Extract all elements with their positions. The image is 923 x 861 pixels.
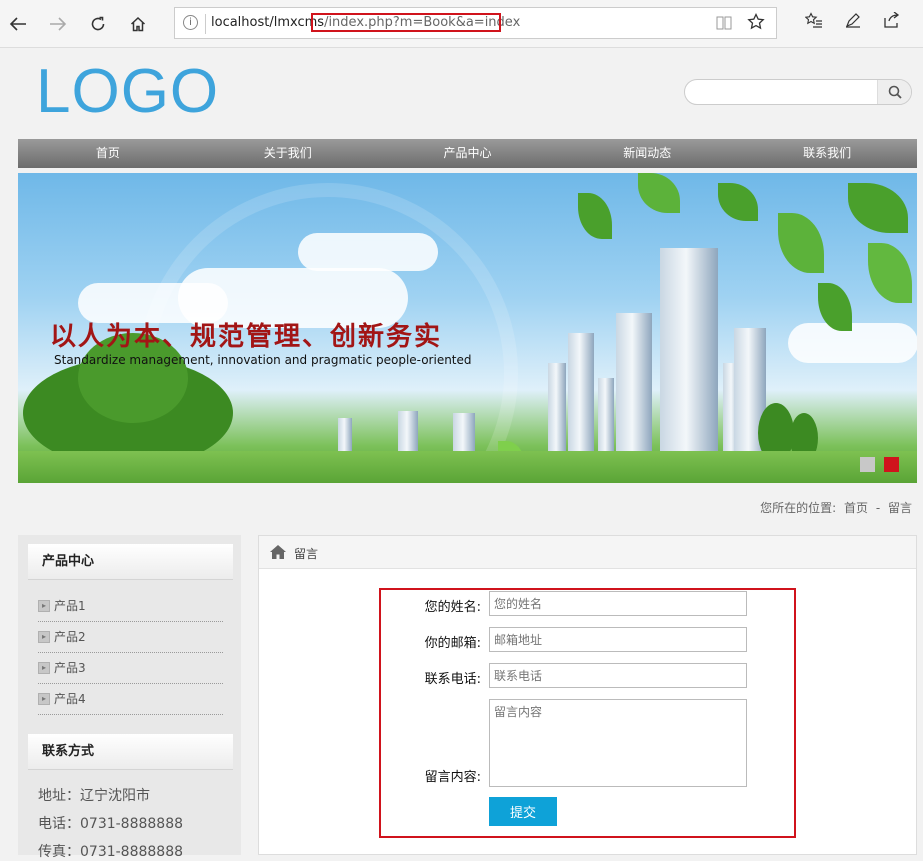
banner-cloud <box>298 233 438 271</box>
url-highlight-box <box>311 13 501 32</box>
chevron-right-icon: ▸ <box>38 631 50 643</box>
main-nav: 首页 关于我们 产品中心 新闻动态 联系我们 <box>18 139 917 168</box>
sidebar: 产品中心 ▸ 产品1 ▸ 产品2 ▸ 产品3 ▸ 产品4 联系方式 地址：辽宁沈阳市 电… <box>18 535 241 860</box>
chevron-right-icon: ▸ <box>38 662 50 674</box>
chevron-right-icon: ▸ <box>38 600 50 612</box>
banner-building <box>598 378 614 453</box>
breadcrumb: 您所在的位置: 首页 - 留言 <box>756 499 912 516</box>
sidebar-item-product4[interactable]: ▸ 产品4 <box>38 684 223 715</box>
sidebar-item-product2[interactable]: ▸ 产品2 <box>38 622 223 653</box>
email-label: 你的邮箱: <box>424 636 481 651</box>
content-panel: 留言 您的姓名: 你的邮箱: 联系电话: 留言内容: 提交 <box>258 535 917 855</box>
sidebar-item-label: 产品3 <box>54 661 86 675</box>
phone-field[interactable] <box>489 663 747 688</box>
banner-leaf <box>848 183 908 233</box>
banner-building <box>568 333 594 453</box>
banner-leaf <box>868 243 912 303</box>
banner-building <box>616 313 652 453</box>
home-icon[interactable] <box>124 10 152 38</box>
banner-leaf <box>778 213 824 273</box>
banner-building <box>398 411 418 453</box>
hero-banner: 以人为本、规范管理、创新务实 Standardize management, i… <box>18 173 917 483</box>
banner-leaf <box>638 173 680 213</box>
nav-item-news[interactable]: 新闻动态 <box>557 139 737 168</box>
message-form: 您的姓名: 你的邮箱: 联系电话: 留言内容: 提交 <box>379 588 796 838</box>
content-header: 留言 <box>259 536 916 569</box>
slider-dot-2-active[interactable] <box>884 457 899 472</box>
address-bar[interactable]: i localhost/lmxcms/index.php?m=Book&a=in… <box>174 7 777 39</box>
sidebar-item-label: 产品2 <box>54 630 86 644</box>
breadcrumb-home[interactable]: 首页 <box>844 501 868 515</box>
content-title: 留言 <box>294 547 319 561</box>
search-button[interactable] <box>877 80 911 104</box>
message-textarea[interactable] <box>489 699 747 787</box>
reading-view-icon[interactable] <box>715 16 733 32</box>
chevron-right-icon: ▸ <box>38 693 50 705</box>
sidebar-item-product3[interactable]: ▸ 产品3 <box>38 653 223 684</box>
banner-building <box>453 413 475 453</box>
nav-item-about[interactable]: 关于我们 <box>198 139 378 168</box>
site-info-icon[interactable]: i <box>183 15 198 30</box>
favorite-star-icon[interactable] <box>747 12 765 36</box>
breadcrumb-separator: - <box>875 501 881 515</box>
share-icon[interactable] <box>883 11 900 32</box>
browser-toolbar: i localhost/lmxcms/index.php?m=Book&a=in… <box>0 0 923 48</box>
favorites-hub-icon[interactable] <box>804 12 823 32</box>
nav-item-products[interactable]: 产品中心 <box>378 139 558 168</box>
address-divider <box>205 14 206 34</box>
url-host: localhost/lmxcms <box>211 15 325 30</box>
search-box <box>684 79 912 105</box>
contact-address: 地址：辽宁沈阳市 <box>38 788 150 804</box>
name-field[interactable] <box>489 591 747 616</box>
banner-building <box>338 418 352 453</box>
breadcrumb-label: 您所在的位置: <box>760 501 837 515</box>
sidebar-item-product1[interactable]: ▸ 产品1 <box>38 591 223 622</box>
forward-icon[interactable] <box>44 10 72 38</box>
name-label: 您的姓名: <box>424 600 481 615</box>
breadcrumb-current[interactable]: 留言 <box>888 501 912 515</box>
sidebar-item-label: 产品1 <box>54 599 86 613</box>
phone-label: 联系电话: <box>424 672 481 687</box>
slider-dot-1[interactable] <box>860 457 875 472</box>
contact-phone: 电话：0731-8888888 <box>38 816 184 832</box>
pen-annotate-icon[interactable] <box>845 12 861 32</box>
site-logo[interactable]: LOGO <box>36 56 219 127</box>
back-icon[interactable] <box>4 10 32 38</box>
sidebar-contact-title: 联系方式 <box>28 734 233 770</box>
banner-building <box>660 248 718 453</box>
sidebar-products-title: 产品中心 <box>28 544 233 580</box>
banner-leaf <box>718 183 758 221</box>
banner-cloud <box>788 323 917 363</box>
banner-leaf <box>578 193 612 239</box>
banner-subtitle: Standardize management, innovation and p… <box>54 353 472 367</box>
nav-item-contact[interactable]: 联系我们 <box>737 139 917 168</box>
nav-item-home[interactable]: 首页 <box>18 139 198 168</box>
banner-grass <box>18 451 917 483</box>
sidebar-item-label: 产品4 <box>54 692 86 706</box>
banner-building <box>548 363 566 453</box>
email-field[interactable] <box>489 627 747 652</box>
home-icon <box>270 545 286 559</box>
submit-button[interactable]: 提交 <box>489 797 557 826</box>
message-label: 留言内容: <box>424 770 481 785</box>
search-input[interactable] <box>685 80 877 104</box>
banner-slogan: 以人为本、规范管理、创新务实 <box>50 322 443 352</box>
product-list: ▸ 产品1 ▸ 产品2 ▸ 产品3 ▸ 产品4 <box>38 591 223 715</box>
contact-fax: 传真：0731-8888888 <box>38 844 184 860</box>
search-icon <box>888 85 902 99</box>
refresh-icon[interactable] <box>84 10 112 38</box>
